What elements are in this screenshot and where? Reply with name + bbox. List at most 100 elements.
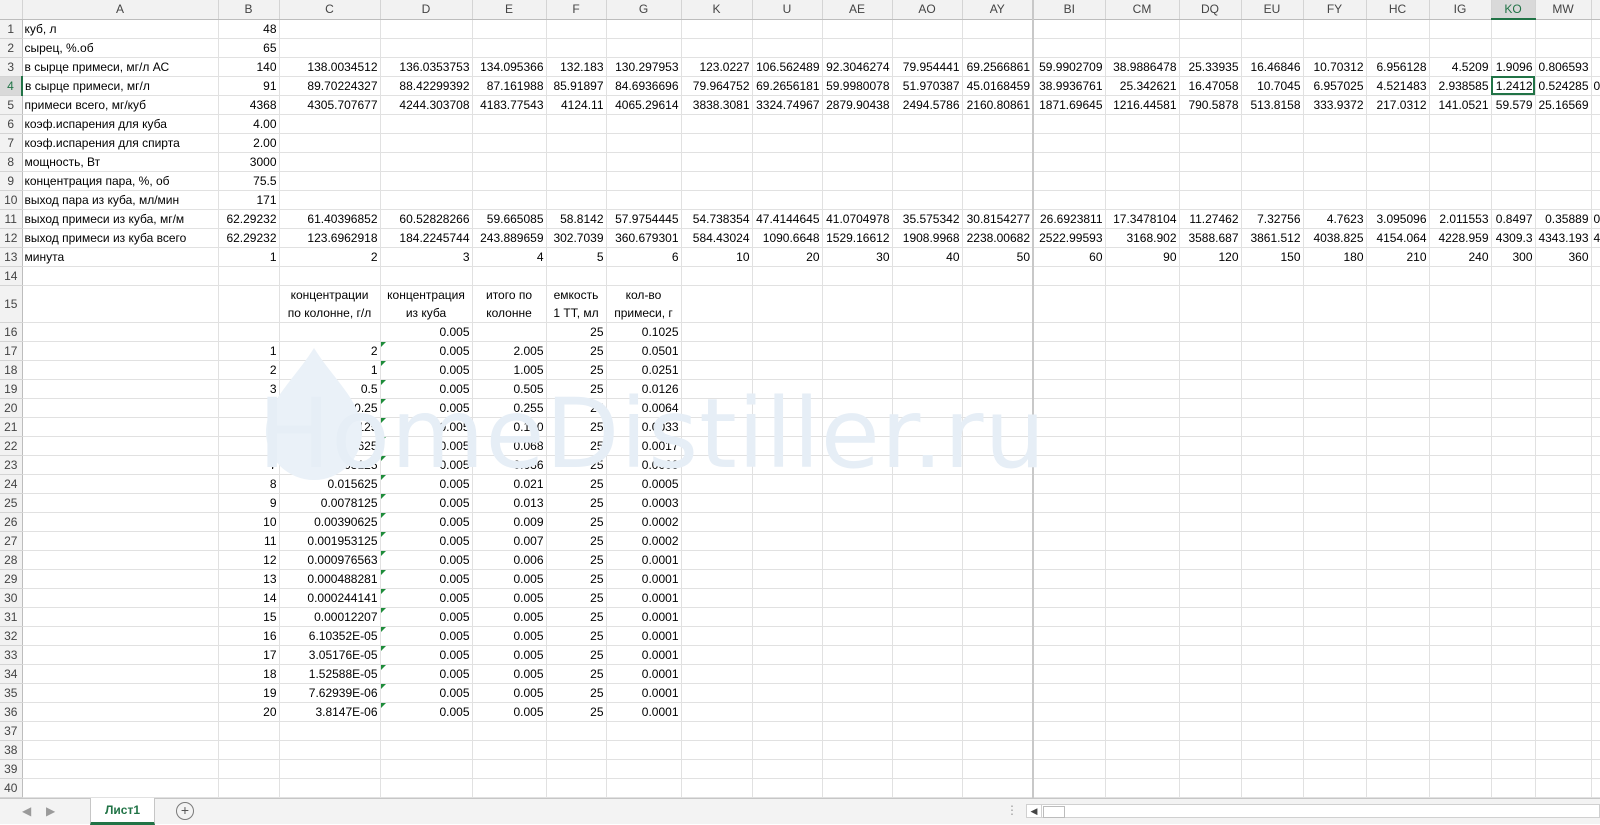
cell[interactable] — [279, 266, 381, 286]
row-header[interactable]: 24 — [0, 474, 23, 494]
cell[interactable]: 2522.99593 — [1033, 228, 1106, 248]
cell[interactable] — [892, 626, 963, 646]
cell[interactable] — [546, 740, 607, 760]
cell[interactable] — [22, 664, 219, 684]
row-header[interactable]: 4 — [0, 76, 23, 96]
cell[interactable] — [1429, 455, 1492, 475]
cell[interactable] — [1179, 38, 1242, 58]
cell[interactable] — [1303, 285, 1367, 323]
cell[interactable]: 0.005 — [380, 341, 473, 361]
cell[interactable] — [1591, 247, 1600, 267]
cell[interactable] — [22, 550, 219, 570]
cell[interactable]: 0.806593 — [1535, 57, 1592, 77]
cell[interactable] — [1429, 778, 1492, 798]
cell[interactable] — [606, 721, 682, 741]
cell[interactable] — [546, 152, 607, 172]
cell[interactable] — [472, 778, 547, 798]
cell[interactable]: 0.009 — [472, 512, 547, 532]
cell[interactable] — [892, 778, 963, 798]
row-header[interactable]: 16 — [0, 322, 23, 342]
cell[interactable]: 1 — [218, 341, 280, 361]
cell[interactable] — [822, 645, 893, 665]
cell[interactable] — [892, 379, 963, 399]
cell[interactable] — [752, 341, 823, 361]
cell[interactable] — [1303, 512, 1367, 532]
cell[interactable]: 302.7039 — [546, 228, 607, 248]
cell[interactable]: 3.095096 — [1366, 209, 1430, 229]
cell[interactable]: 11.27462 — [1179, 209, 1242, 229]
cell[interactable] — [1241, 436, 1304, 456]
cell[interactable] — [1105, 721, 1180, 741]
cell[interactable] — [962, 398, 1034, 418]
cell[interactable]: концентрация пара, %, об — [22, 171, 219, 191]
row-header[interactable]: 21 — [0, 417, 23, 437]
cell[interactable] — [822, 531, 893, 551]
cell[interactable] — [546, 171, 607, 191]
cell[interactable] — [822, 455, 893, 475]
cell[interactable] — [1241, 341, 1304, 361]
cell[interactable]: 0.013 — [472, 493, 547, 513]
cell[interactable] — [752, 360, 823, 380]
cell[interactable]: 0.1025 — [606, 322, 682, 342]
cell[interactable] — [1429, 512, 1492, 532]
cell[interactable] — [1591, 133, 1600, 153]
cell[interactable] — [1241, 759, 1304, 779]
cell[interactable] — [1535, 38, 1592, 58]
cell[interactable]: 69.2656181 — [752, 76, 823, 96]
column-header[interactable]: IG — [1429, 0, 1492, 20]
column-header[interactable]: AO — [892, 0, 963, 20]
cell[interactable] — [1429, 550, 1492, 570]
row-header[interactable]: 10 — [0, 190, 23, 210]
cell[interactable]: 5 — [546, 247, 607, 267]
cell[interactable] — [606, 19, 682, 39]
cell[interactable] — [1033, 379, 1106, 399]
cell[interactable]: 134.095366 — [472, 57, 547, 77]
cell[interactable] — [1429, 531, 1492, 551]
cell[interactable]: 2.00 — [218, 133, 280, 153]
cell[interactable] — [752, 607, 823, 627]
column-header[interactable]: F — [546, 0, 607, 20]
cell[interactable] — [1179, 531, 1242, 551]
cell[interactable] — [546, 38, 607, 58]
cell[interactable] — [752, 512, 823, 532]
cell[interactable] — [1303, 759, 1367, 779]
cell[interactable] — [380, 152, 473, 172]
cell[interactable] — [546, 721, 607, 741]
cell[interactable]: 2160.80861 — [962, 95, 1034, 115]
row-header[interactable]: 30 — [0, 588, 23, 608]
cell[interactable] — [1241, 455, 1304, 475]
cell[interactable] — [962, 190, 1034, 210]
cell[interactable] — [1105, 455, 1180, 475]
cell[interactable]: 4309.3 — [1491, 228, 1536, 248]
cell[interactable] — [1366, 626, 1430, 646]
cell[interactable]: 0.5 — [1591, 76, 1600, 96]
cell[interactable] — [892, 38, 963, 58]
cell[interactable] — [822, 19, 893, 39]
cell[interactable]: 59.9980078 — [822, 76, 893, 96]
cell[interactable] — [892, 607, 963, 627]
cell[interactable] — [606, 114, 682, 134]
cell[interactable] — [752, 171, 823, 191]
cell[interactable] — [1241, 569, 1304, 589]
cell[interactable] — [1179, 19, 1242, 39]
cell[interactable]: 0.007 — [472, 531, 547, 551]
cell[interactable] — [1241, 190, 1304, 210]
cell[interactable] — [1535, 285, 1592, 323]
cell[interactable] — [962, 512, 1034, 532]
cell[interactable] — [1491, 702, 1536, 722]
cell[interactable] — [681, 19, 753, 39]
cell[interactable]: 15 — [218, 607, 280, 627]
cell[interactable] — [218, 266, 280, 286]
cell[interactable] — [606, 266, 682, 286]
cell[interactable] — [279, 759, 381, 779]
column-header[interactable]: K — [681, 0, 753, 20]
cell[interactable] — [681, 702, 753, 722]
cell[interactable]: 123.0227 — [681, 57, 753, 77]
cell[interactable] — [1591, 474, 1600, 494]
cell[interactable] — [1241, 645, 1304, 665]
cell[interactable] — [22, 778, 219, 798]
cell[interactable] — [1591, 664, 1600, 684]
cell[interactable] — [822, 664, 893, 684]
cell[interactable] — [1179, 398, 1242, 418]
column-header[interactable]: AY — [962, 0, 1034, 20]
